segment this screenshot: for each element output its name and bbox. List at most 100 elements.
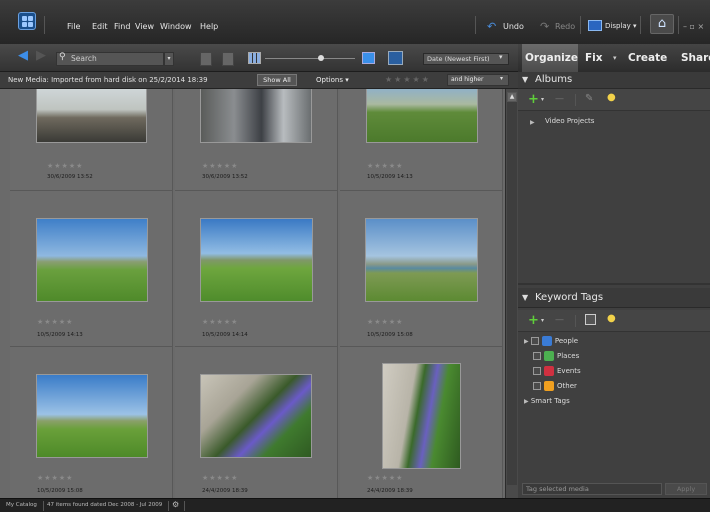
- rating-stars[interactable]: ★★★★★: [37, 474, 73, 482]
- photo-thumbnail[interactable]: [382, 363, 461, 469]
- slider-handle[interactable]: [318, 55, 324, 61]
- rotate-left-icon[interactable]: [200, 52, 212, 66]
- small-thumbnails-icon[interactable]: [248, 52, 261, 64]
- tab-organize[interactable]: Organize: [525, 52, 578, 64]
- tag-selected-media-input[interactable]: Tag selected media: [522, 483, 662, 495]
- undo-icon[interactable]: ↶: [487, 20, 496, 33]
- photo-thumbnail[interactable]: [200, 374, 312, 458]
- rating-stars[interactable]: ★★★★★: [367, 162, 403, 170]
- tag-row-events[interactable]: Events: [533, 366, 581, 376]
- tag-checkbox[interactable]: [533, 382, 541, 390]
- tab-share[interactable]: Share: [681, 52, 710, 64]
- media-thumbnail-cell[interactable]: ★★★★★ 10/5/2009 14:13: [340, 89, 503, 191]
- expand-icon[interactable]: ▶: [524, 398, 529, 405]
- expand-icon[interactable]: ▶: [530, 119, 535, 126]
- window-controls[interactable]: – ▫ ×: [683, 22, 704, 31]
- menu-edit[interactable]: Edit: [92, 22, 108, 31]
- options-menu[interactable]: Options ▾: [316, 76, 349, 84]
- chevron-down-icon: ▾: [500, 75, 504, 82]
- album-video-projects[interactable]: Video Projects: [545, 117, 594, 125]
- keyword-tags-title: Keyword Tags: [535, 292, 604, 303]
- tag-checkbox[interactable]: [533, 367, 541, 375]
- add-album-icon[interactable]: +: [528, 92, 539, 107]
- back-arrow-icon[interactable]: ◀: [18, 48, 28, 63]
- rotate-right-icon[interactable]: [222, 52, 234, 66]
- expand-icon[interactable]: ▶: [524, 338, 529, 345]
- collapse-icon[interactable]: ▼: [522, 75, 528, 84]
- media-thumbnail-cell[interactable]: ★★★★★ 30/6/2009 13:52: [10, 89, 173, 191]
- media-thumbnail-cell[interactable]: ★★★★★ 10/5/2009 15:08: [10, 347, 173, 498]
- chevron-down-icon[interactable]: ▾: [541, 96, 544, 103]
- photo-thumbnail[interactable]: [36, 218, 148, 302]
- photo-date: 10/5/2009 15:08: [37, 488, 83, 494]
- media-thumbnail-cell[interactable]: ★★★★★ 10/5/2009 15:08: [340, 191, 503, 347]
- divider: [184, 501, 185, 511]
- lightbulb-icon[interactable]: ●: [607, 92, 616, 103]
- large-thumbnails-icon[interactable]: [362, 52, 375, 64]
- rating-stars[interactable]: ★★★★★: [202, 474, 238, 482]
- media-thumbnail-cell[interactable]: ★★★★★ 24/4/2009 18:39: [340, 347, 503, 498]
- catalog-name[interactable]: My Catalog: [6, 502, 37, 508]
- photo-thumbnail[interactable]: [36, 89, 147, 143]
- photo-thumbnail[interactable]: [200, 89, 312, 143]
- chevron-down-icon: ▾: [499, 53, 503, 61]
- search-input[interactable]: Search: [56, 52, 164, 66]
- tag-row-other[interactable]: Other: [533, 381, 577, 391]
- rating-stars[interactable]: ★★★★★: [367, 474, 403, 482]
- events-tag-icon: [544, 366, 554, 376]
- display-icon[interactable]: [588, 20, 602, 31]
- search-dropdown-button[interactable]: ▾: [164, 52, 174, 66]
- app-logo-icon[interactable]: [18, 12, 36, 30]
- home-icon[interactable]: ⌂: [650, 14, 674, 34]
- apply-button[interactable]: Apply: [665, 483, 707, 495]
- tag-checkbox[interactable]: [530, 337, 539, 345]
- collapse-icon[interactable]: ▼: [522, 293, 528, 302]
- photo-thumbnail[interactable]: [366, 89, 478, 143]
- redo-button[interactable]: Redo: [555, 22, 575, 31]
- add-tag-icon[interactable]: +: [528, 313, 539, 328]
- redo-icon: ↷: [540, 20, 550, 33]
- photo-thumbnail[interactable]: [365, 218, 478, 302]
- rating-stars[interactable]: ★★★★★: [37, 318, 73, 326]
- thumbnail-size-slider[interactable]: [265, 58, 355, 59]
- menu-find[interactable]: Find: [114, 22, 130, 31]
- menu-file[interactable]: File: [67, 22, 80, 31]
- scroll-up-icon[interactable]: ▲: [507, 92, 517, 102]
- rating-stars[interactable]: ★★★★★: [47, 162, 83, 170]
- tag-row-people[interactable]: ▶ People: [524, 336, 578, 346]
- menu-window[interactable]: Window: [160, 22, 192, 31]
- settings-icon[interactable]: ⚙: [172, 500, 179, 509]
- scrollbar-track[interactable]: [507, 102, 517, 485]
- media-thumbnail-cell[interactable]: ★★★★★ 10/5/2009 14:13: [10, 191, 173, 347]
- tag-image-icon[interactable]: [585, 314, 596, 325]
- full-screen-icon[interactable]: [388, 51, 403, 65]
- rating-stars[interactable]: ★★★★★: [202, 318, 238, 326]
- items-found-text: 47 items found dated Dec 2008 - Jul 2009: [47, 502, 163, 508]
- tag-row-smart-tags[interactable]: ▶ Smart Tags: [524, 397, 570, 405]
- other-tag-icon: [544, 381, 554, 391]
- photo-thumbnail[interactable]: [36, 374, 148, 458]
- panel-splitter[interactable]: [518, 283, 710, 285]
- divider: [640, 16, 641, 34]
- lightbulb-icon[interactable]: ●: [607, 313, 616, 324]
- tab-create[interactable]: Create: [628, 52, 667, 64]
- fix-menu-chevron-icon[interactable]: ▾: [613, 54, 617, 62]
- menu-help[interactable]: Help: [200, 22, 218, 31]
- tag-row-places[interactable]: Places: [533, 351, 579, 361]
- tag-checkbox[interactable]: [533, 352, 541, 360]
- undo-button[interactable]: Undo: [503, 22, 524, 31]
- tab-fix[interactable]: Fix: [585, 52, 603, 64]
- media-thumbnail-cell[interactable]: ★★★★★ 24/4/2009 18:39: [175, 347, 338, 498]
- rating-stars[interactable]: ★★★★★: [367, 318, 403, 326]
- media-thumbnail-cell[interactable]: ★★★★★ 30/6/2009 13:52: [175, 89, 338, 191]
- rating-stars[interactable]: ★★★★★: [202, 162, 238, 170]
- display-button[interactable]: Display ▾: [605, 22, 637, 30]
- rating-filter-stars[interactable]: ★★★★★: [385, 75, 431, 84]
- chevron-down-icon[interactable]: ▾: [541, 317, 544, 324]
- show-all-button[interactable]: Show All: [257, 74, 297, 86]
- sort-select[interactable]: Date (Newest First): [423, 53, 509, 65]
- divider: [475, 16, 476, 34]
- media-thumbnail-cell[interactable]: ★★★★★ 10/5/2009 14:14: [175, 191, 338, 347]
- menu-view[interactable]: View: [135, 22, 154, 31]
- photo-thumbnail[interactable]: [200, 218, 313, 302]
